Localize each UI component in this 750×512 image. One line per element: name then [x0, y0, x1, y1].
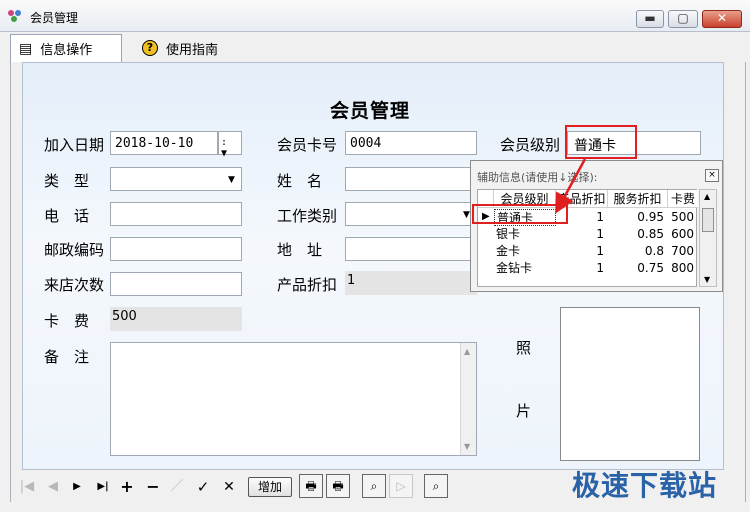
column-header-card-fee[interactable]: 卡费 — [668, 190, 698, 208]
product-discount-label: 产品折扣 — [277, 276, 338, 294]
confirm-button[interactable]: ✓ — [192, 476, 214, 498]
type-select[interactable] — [110, 167, 242, 191]
add-button[interactable]: 增加 — [248, 477, 292, 497]
grid-cell[interactable]: 700 — [668, 243, 698, 260]
grid-cell[interactable]: 0.95 — [608, 209, 668, 226]
app-icon — [8, 10, 21, 22]
edit-record-button[interactable]: ／ — [166, 476, 188, 498]
grid-cell-level[interactable]: 金钻卡 — [496, 260, 556, 277]
next-record-button[interactable]: ▶ — [66, 476, 88, 498]
popup-title: 辅助信息(请使用↓选择): — [477, 171, 598, 184]
grid-cell-level[interactable]: 金卡 — [496, 243, 556, 260]
maximize-button[interactable]: ▢ — [668, 10, 698, 28]
highlight-member-level — [565, 125, 637, 159]
tab-label: 信息操作 — [40, 43, 93, 58]
grid-cell[interactable]: 1 — [556, 226, 608, 243]
grid-cell[interactable]: 1 — [556, 260, 608, 277]
grid-cell[interactable]: 1 — [556, 243, 608, 260]
product-discount-value: 1 — [345, 271, 477, 295]
last-record-button[interactable]: ▶| — [92, 476, 114, 498]
scroll-down-icon[interactable]: ▼ — [704, 275, 710, 284]
grid-cell[interactable]: 600 — [668, 226, 698, 243]
work-type-select[interactable] — [345, 202, 477, 226]
photo-label-top: 照 — [516, 339, 532, 357]
type-label: 类 型 — [44, 172, 90, 190]
chevron-down-icon: ▼ — [228, 175, 235, 185]
name-label: 姓 名 — [277, 172, 323, 190]
search-icon[interactable]: ⌕ — [424, 474, 448, 498]
date-dropdown-button[interactable]: : ▼ — [218, 131, 242, 159]
member-level-label: 会员级别 — [500, 136, 561, 154]
window-title: 会员管理 — [30, 11, 79, 25]
remarks-textarea[interactable]: ▲ ▼ — [110, 342, 477, 456]
card-fee-value: 500 — [110, 307, 242, 331]
first-record-button[interactable]: |◀ — [16, 476, 38, 498]
popup-close-button[interactable]: × — [705, 169, 719, 182]
prev-record-button[interactable]: ◀ — [42, 476, 64, 498]
minimize-button[interactable]: ▬ — [636, 10, 664, 28]
photo-box[interactable] — [560, 307, 700, 461]
export-icon[interactable]: ▷ — [389, 474, 413, 498]
tab-strip: ▤ 信息操作 ? 使用指南 — [6, 32, 746, 62]
print-preview-icon[interactable]: 🖶 — [326, 474, 350, 498]
grid-scrollbar[interactable]: ▲ ▼ — [699, 189, 717, 287]
zoom-preview-icon[interactable]: ⌕ — [362, 474, 386, 498]
visits-input[interactable] — [110, 272, 242, 296]
grid-cell[interactable]: 500 — [668, 209, 698, 226]
postcode-label: 邮政编码 — [44, 241, 105, 259]
cancel-button[interactable]: ✕ — [218, 476, 240, 498]
card-fee-label: 卡 费 — [44, 312, 90, 330]
print-icon[interactable]: 🖶 — [299, 474, 323, 498]
grid-cell-level[interactable]: 银卡 — [496, 226, 556, 243]
grid-cell[interactable]: 0.75 — [608, 260, 668, 277]
work-type-label: 工作类别 — [277, 207, 338, 225]
highlight-grid-row — [472, 204, 568, 224]
watermark-text: 极速下载站 — [572, 469, 718, 502]
card-no-input[interactable]: 0004 — [345, 131, 477, 155]
tab-user-guide[interactable]: ? 使用指南 — [134, 34, 252, 62]
phone-label: 电 话 — [44, 207, 90, 225]
title-bar: 会员管理 ▬ ▢ ✕ — [0, 0, 750, 32]
photo-label-bottom: 片 — [516, 402, 532, 420]
grid-cell[interactable]: 0.8 — [608, 243, 668, 260]
scroll-up-icon[interactable]: ▲ — [464, 347, 470, 356]
close-button[interactable]: ✕ — [702, 10, 742, 28]
form-title: 会员管理 — [330, 100, 411, 122]
column-header-service-discount[interactable]: 服务折扣 — [608, 190, 668, 208]
join-date-field[interactable]: 2018-10-10 — [110, 131, 218, 155]
delete-record-button[interactable]: − — [142, 476, 164, 498]
address-label: 地 址 — [277, 241, 323, 259]
address-input[interactable] — [345, 237, 477, 261]
help-icon: ? — [142, 40, 158, 56]
tab-info-operation[interactable]: ▤ 信息操作 — [10, 34, 122, 62]
remarks-scrollbar[interactable]: ▲ ▼ — [460, 343, 476, 455]
chevron-down-icon: ▼ — [463, 210, 470, 220]
tab-label: 使用指南 — [166, 42, 219, 58]
lookup-popup: 辅助信息(请使用↓选择): × 会员级别 产品折扣 服务折扣 卡费 ▶ 普通卡 … — [470, 160, 723, 292]
grid-cell[interactable]: 0.85 — [608, 226, 668, 243]
scrollbar-thumb[interactable] — [702, 208, 714, 232]
scroll-down-icon[interactable]: ▼ — [464, 442, 470, 451]
scroll-up-icon[interactable]: ▲ — [704, 192, 710, 201]
join-date-label: 加入日期 — [44, 136, 105, 154]
phone-input[interactable] — [110, 202, 242, 226]
add-record-button[interactable]: + — [116, 476, 138, 498]
postcode-input[interactable] — [110, 237, 242, 261]
grid-cell[interactable]: 800 — [668, 260, 698, 277]
remarks-label: 备 注 — [44, 348, 90, 366]
card-no-label: 会员卡号 — [277, 136, 338, 154]
name-input[interactable] — [345, 167, 477, 191]
visits-label: 来店次数 — [44, 276, 105, 294]
list-icon: ▤ — [19, 40, 33, 57]
